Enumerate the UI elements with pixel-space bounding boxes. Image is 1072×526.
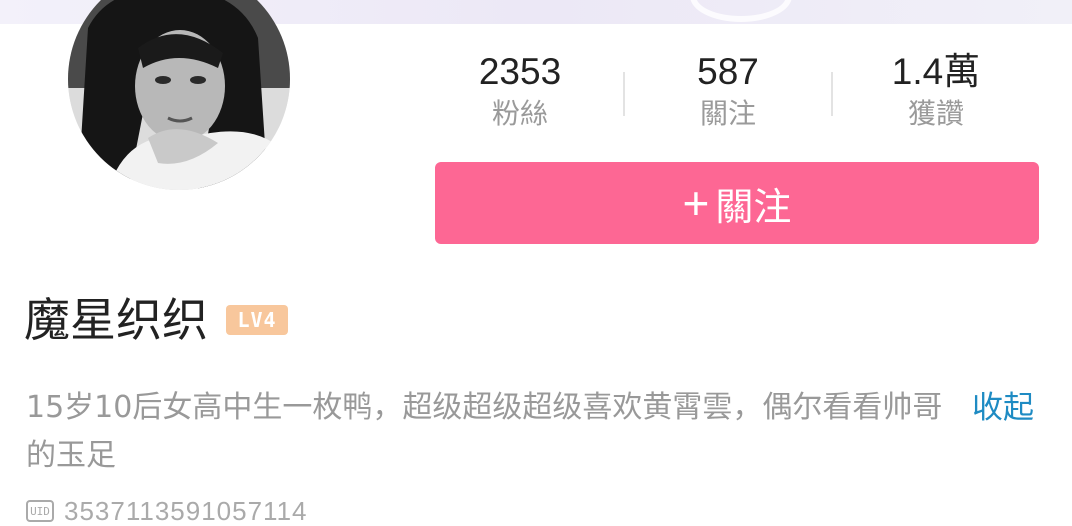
plus-icon: +	[682, 177, 710, 229]
stat-fans-label: 粉絲	[491, 97, 548, 130]
avatar[interactable]	[68, 0, 290, 190]
stat-likes-value: 1.4萬	[891, 51, 981, 92]
avatar-image	[68, 0, 290, 190]
profile-name-row: 魔星织织 LV4	[24, 290, 288, 350]
uid-icon: UID	[26, 500, 54, 522]
uid-value: 3537113591057114	[64, 496, 308, 526]
stat-following[interactable]: 587 關注	[624, 50, 832, 134]
username: 魔星织织	[24, 293, 208, 347]
stat-following-label: 關注	[699, 97, 756, 130]
uid-row: UID 3537113591057114	[26, 496, 308, 526]
stat-following-value: 587	[697, 51, 759, 92]
stat-fans-value: 2353	[478, 51, 562, 92]
collapse-bio-link[interactable]: 收起	[972, 384, 1034, 432]
stat-likes[interactable]: 1.4萬 獲讚	[832, 50, 1040, 134]
level-badge: LV4	[226, 305, 288, 335]
profile-bio: 15岁10后女高中生一枚鸭，超级超级超级喜欢黄霄雲，偶尔看看帅哥的玉足	[26, 390, 943, 473]
follow-button-label: 關注	[715, 186, 792, 229]
stat-fans[interactable]: 2353 粉絲	[416, 50, 624, 134]
banner-decoration	[690, 0, 792, 22]
stat-likes-label: 獲讚	[907, 97, 964, 130]
follow-button[interactable]: + 關注	[435, 162, 1039, 244]
profile-stats: 2353 粉絲 587 關注 1.4萬 獲讚	[416, 50, 1040, 142]
